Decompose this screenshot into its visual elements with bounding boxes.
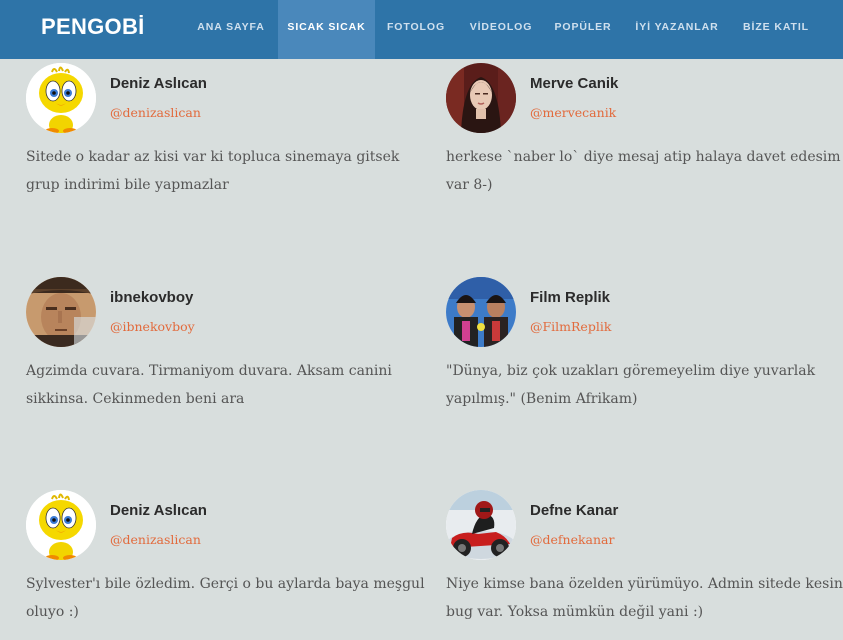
post-author-handle[interactable]: @denizaslican (110, 532, 201, 547)
post-author-handle[interactable]: @FilmReplik (530, 319, 611, 334)
post-author-name[interactable]: ibnekovboy (110, 289, 193, 306)
post-text: "Dünya, biz çok uzakları göremeyelim diy… (446, 363, 816, 407)
tweety-avatar-icon[interactable] (26, 63, 96, 133)
tweety-avatar-icon[interactable] (26, 490, 96, 560)
post-card: Defne Kanar @defnekanar Niye kimse bana … (446, 490, 843, 640)
nav-item-videolog[interactable]: VİDEOLOG (462, 0, 540, 59)
nav-item-ana-sayfa[interactable]: ANA SAYFA (190, 0, 272, 59)
post-author-name[interactable]: Merve Canik (530, 75, 618, 92)
post-text: Sylvester'ı bile özledim. Gerçi o bu ayl… (26, 576, 425, 620)
post-author-handle[interactable]: @mervecanik (530, 105, 616, 120)
post-author-handle[interactable]: @denizaslican (110, 105, 201, 120)
post-card: ibnekovboy @ibnekovboy Agzimda cuvara. T… (26, 277, 426, 427)
nav-item-populer[interactable]: POPÜLER (548, 0, 618, 59)
nav-item-bize-katil[interactable]: BİZE KATIL (734, 0, 818, 59)
post-text: herkese `naber lo` diye mesaj atip halay… (446, 149, 841, 193)
nav-item-sicak-sicak[interactable]: SICAK SICAK (278, 0, 375, 59)
post-text: Sitede o kadar az kisi var ki topluca si… (26, 149, 400, 193)
post-author-handle[interactable]: @ibnekovboy (110, 319, 195, 334)
nav-item-fotolog[interactable]: FOTOLOG (380, 0, 452, 59)
top-navbar: PENGOBİ ANA SAYFA SICAK SICAK FOTOLOG Vİ… (0, 0, 843, 59)
post-author-name[interactable]: Film Replik (530, 289, 610, 306)
post-text: Niye kimse bana özelden yürümüyo. Admin … (446, 576, 843, 620)
post-author-handle[interactable]: @defnekanar (530, 532, 614, 547)
post-author-name[interactable]: Defne Kanar (530, 502, 618, 519)
site-logo[interactable]: PENGOBİ (41, 14, 145, 40)
post-card: Deniz Aslıcan @denizaslican Sitede o kad… (26, 63, 426, 213)
woman-portrait-avatar-icon[interactable] (446, 63, 516, 133)
nav-item-iyi-yazanlar[interactable]: İYİ YAZANLAR (628, 0, 726, 59)
post-author-name[interactable]: Deniz Aslıcan (110, 75, 207, 92)
post-card: Merve Canik @mervecanik herkese `naber l… (446, 63, 843, 213)
post-author-name[interactable]: Deniz Aslıcan (110, 502, 207, 519)
post-text: Agzimda cuvara. Tirmaniyom duvara. Aksam… (26, 363, 392, 407)
post-card: Deniz Aslıcan @denizaslican Sylvester'ı … (26, 490, 426, 640)
film-still-avatar-icon[interactable] (446, 277, 516, 347)
motorcycle-rider-avatar-icon[interactable] (446, 490, 516, 560)
post-card: Film Replik @FilmReplik "Dünya, biz çok … (446, 277, 843, 427)
cowboy-portrait-avatar-icon[interactable] (26, 277, 96, 347)
